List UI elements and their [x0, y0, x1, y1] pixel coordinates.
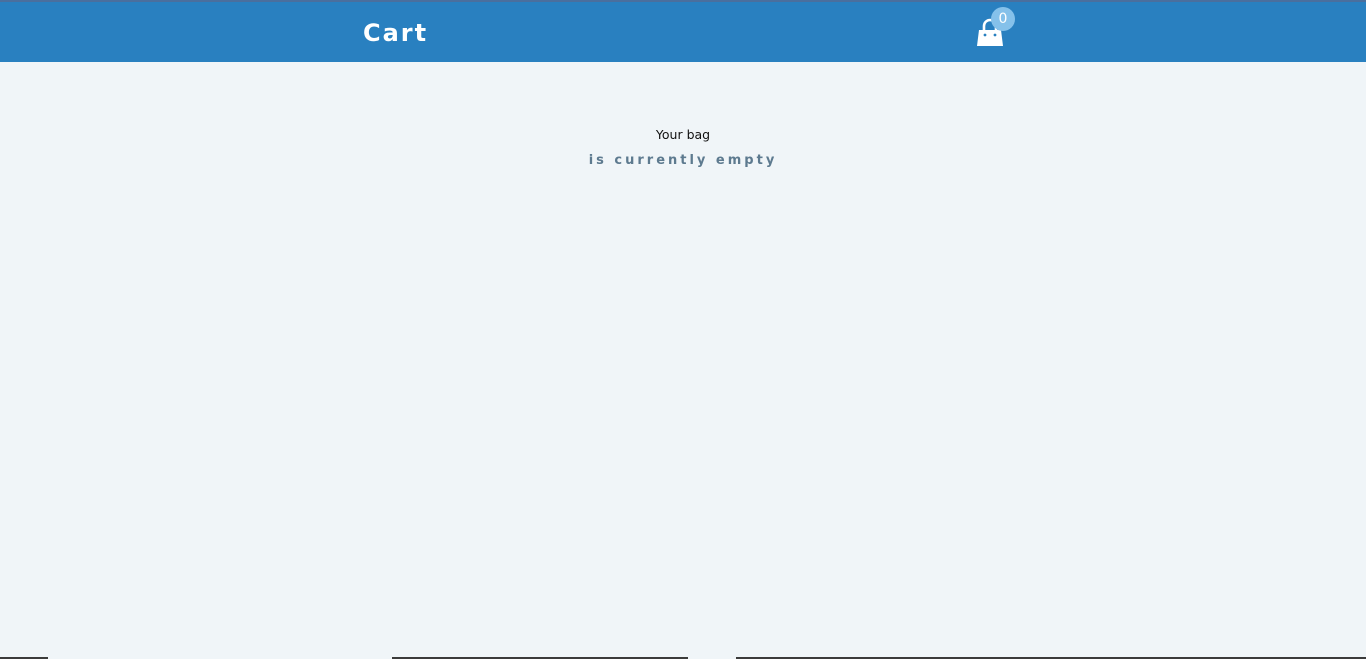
page-title: Cart [363, 19, 429, 47]
empty-cart-subtitle: is currently empty [588, 153, 778, 168]
empty-cart-message: Your bag is currently empty [0, 125, 1366, 171]
empty-cart-title: Your bag [655, 127, 711, 142]
cart-bag-button[interactable]: 0 [972, 7, 1016, 50]
cart-count-badge: 0 [991, 7, 1015, 31]
site-header: Cart 0 [0, 0, 1366, 62]
